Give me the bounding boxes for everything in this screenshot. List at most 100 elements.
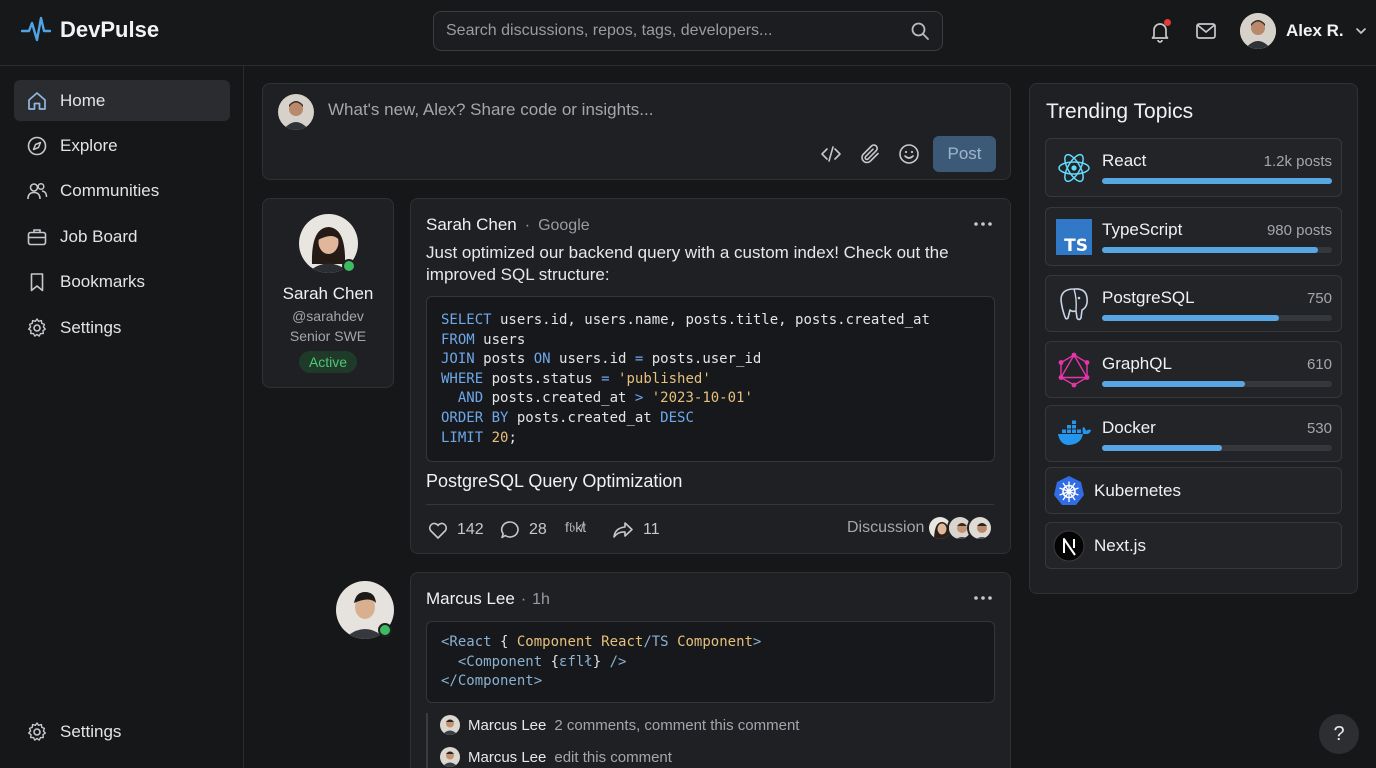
participant-avatar: [967, 515, 993, 541]
sidebar-item-settings[interactable]: Settings: [14, 307, 230, 348]
comment-thread-line: [426, 713, 428, 768]
app-logo[interactable]: DevPulse: [20, 14, 159, 46]
post-author[interactable]: Sarah Chen: [426, 215, 517, 235]
sidebar-item-label: Settings: [60, 721, 122, 741]
post-body: Just optimized our backend query with a …: [426, 243, 949, 284]
chevron-down-icon: [1355, 28, 1366, 34]
more-options-icon[interactable]: [973, 595, 993, 601]
graphql-icon: [1058, 352, 1090, 388]
sidebar-item-label: Communities: [60, 180, 160, 200]
comment-button[interactable]: 28: [499, 519, 547, 541]
topic-postgresql[interactable]: PostgreSQL 750: [1045, 275, 1342, 332]
post-card: Sarah Chen · Google Just optimized our b…: [410, 198, 1011, 554]
bookmark-icon: [30, 272, 44, 291]
profile-name: Sarah Chen: [282, 284, 374, 303]
gear-icon: [28, 317, 46, 337]
postgresql-icon: [1060, 288, 1088, 321]
topic-react[interactable]: React 1.2k posts: [1045, 138, 1342, 197]
user-menu[interactable]: Alex R.: [1240, 13, 1368, 49]
search-icon[interactable]: [910, 21, 930, 41]
heart-icon: [428, 522, 448, 539]
search-input[interactable]: [446, 22, 910, 40]
typescript-icon: TS: [1056, 219, 1092, 256]
post-title[interactable]: PostgreSQL Query Optimization: [426, 471, 682, 492]
topic-nextjs[interactable]: Next.js: [1045, 522, 1342, 569]
sidebar-item-home[interactable]: Home: [14, 80, 230, 121]
more-options-icon[interactable]: [973, 221, 993, 227]
emoji-button[interactable]: [897, 142, 921, 166]
topic-popularity-fill: [1102, 178, 1332, 184]
help-button[interactable]: ?: [1319, 714, 1359, 754]
sidebar-item-label: Explore: [60, 135, 118, 155]
topic-typescript[interactable]: TS TypeScript 980 posts: [1045, 207, 1342, 266]
post-separator: ·: [524, 217, 531, 234]
online-status-dot: [378, 623, 392, 637]
topic-graphql[interactable]: GraphQL 610: [1045, 341, 1342, 398]
trending-panel: Trending Topics React 1.2k posts TS Type…: [1029, 83, 1358, 594]
share-count: 11: [643, 521, 660, 538]
sidebar: Home Explore Communities Job Board Bookm…: [0, 66, 244, 768]
share-icon: [613, 522, 633, 538]
category-label: Discussion: [847, 519, 925, 536]
sidebar-item-bookmarks[interactable]: Bookmarks: [14, 261, 230, 302]
topic-kubernetes[interactable]: Kubernetes: [1045, 467, 1342, 514]
sidebar-item-explore[interactable]: Explore: [14, 125, 230, 166]
gear-icon: [28, 721, 46, 741]
post-category: Discussion: [847, 519, 924, 537]
topic-name: Docker: [1102, 418, 1156, 437]
online-status-dot: [342, 259, 356, 273]
sidebar-item-label: Settings: [60, 317, 122, 337]
topic-popularity-fill: [1102, 247, 1319, 253]
profile-card[interactable]: Sarah Chen @sarahdev Senior SWE Active: [262, 198, 394, 388]
topic-popularity-bar: [1102, 178, 1332, 184]
reaction-button[interactable]: f𝔟k̸t: [565, 519, 586, 536]
comment-item[interactable]: Marcus Lee edit this comment: [440, 747, 672, 767]
sidebar-item-label: Home: [60, 90, 106, 110]
svg-text:TS: TS: [1064, 236, 1088, 256]
topic-count: 530: [1306, 420, 1332, 437]
divider: [426, 504, 994, 505]
comment-author[interactable]: Marcus Lee: [468, 717, 546, 734]
sidebar-item-settings-bottom[interactable]: Settings: [14, 711, 230, 752]
share-button[interactable]: 11: [611, 519, 660, 541]
comment-author[interactable]: Marcus Lee: [468, 749, 546, 766]
code-line: AND posts.created_at > '2023-10-01': [457, 390, 753, 407]
user-name: Alex R.: [1286, 21, 1344, 40]
topic-popularity-bar: [1102, 381, 1332, 387]
insert-code-button[interactable]: [819, 142, 843, 166]
like-button[interactable]: 142: [427, 519, 484, 541]
home-icon: [28, 91, 46, 110]
topic-name: Next.js: [1094, 536, 1146, 555]
app-name: DevPulse: [60, 17, 160, 42]
post-header: Marcus Lee · 1h: [426, 589, 550, 609]
comment-item[interactable]: Marcus Lee 2 comments, comment this comm…: [440, 715, 799, 735]
post-author[interactable]: Marcus Lee: [426, 589, 515, 609]
composer-input[interactable]: [328, 100, 928, 120]
comment-avatar: [440, 715, 460, 735]
profile-role: Senior SWE: [289, 328, 367, 344]
participant-avatars[interactable]: [927, 515, 993, 541]
topic-name: Kubernetes: [1094, 481, 1181, 500]
comment-icon: [500, 521, 519, 539]
attach-button[interactable]: [858, 142, 882, 166]
topic-count: 610: [1306, 356, 1332, 373]
code-line: LIMIT 20;: [441, 429, 517, 446]
docker-icon: [1058, 420, 1091, 445]
search-bar: [433, 11, 943, 51]
react-icon: [1058, 153, 1090, 183]
sidebar-item-label: Job Board: [60, 226, 138, 246]
sidebar-item-job-board[interactable]: Job Board: [14, 216, 230, 257]
notifications-button[interactable]: [1148, 19, 1172, 43]
smiley-icon: [899, 144, 919, 164]
code-block: SELECT users.id, users.name, posts.title…: [426, 296, 995, 462]
messages-button[interactable]: [1194, 19, 1218, 43]
post-company: Google: [538, 217, 590, 234]
sidebar-item-communities[interactable]: Communities: [14, 170, 230, 211]
post-card: Marcus Lee · 1h <React { Component React…: [410, 572, 1011, 768]
mail-icon: [1196, 23, 1216, 39]
code-line: WHERE posts.status = 'published': [441, 370, 711, 387]
topic-docker[interactable]: Docker 530: [1045, 405, 1342, 462]
code-line: SELECT users.id, users.name, posts.title…: [441, 312, 930, 328]
post-time: 1h: [532, 591, 550, 608]
post-button[interactable]: Post: [933, 136, 996, 172]
